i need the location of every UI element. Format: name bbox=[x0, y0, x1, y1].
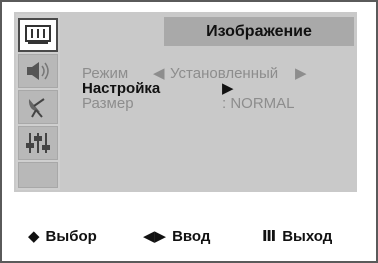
leftright-icon: ◀▶ bbox=[143, 228, 167, 245]
hint-select: ◆ Выбор bbox=[28, 227, 97, 246]
menu-icon: Ⅲ bbox=[262, 228, 277, 245]
sidebar-item-channel[interactable] bbox=[18, 90, 58, 124]
menu-item-size[interactable]: Размер : NORMAL bbox=[82, 95, 295, 112]
hint-enter: ◀▶ Ввод bbox=[143, 227, 211, 246]
menu-title: Изображение bbox=[164, 17, 354, 46]
setup-icon bbox=[26, 133, 50, 153]
sidebar bbox=[16, 14, 60, 190]
sidebar-item-sound[interactable] bbox=[18, 54, 58, 88]
sound-icon bbox=[27, 62, 49, 80]
hint-enter-label: Ввод bbox=[172, 227, 211, 245]
right-arrow-icon[interactable]: ▶ bbox=[295, 66, 307, 82]
updown-icon: ◆ bbox=[28, 228, 40, 245]
sidebar-item-empty bbox=[18, 162, 58, 188]
hint-exit: Ⅲ Выход bbox=[262, 227, 333, 246]
picture-icon bbox=[25, 25, 51, 44]
menu-item-label: Размер bbox=[82, 95, 134, 112]
footer-hints: ◆ Выбор ◀▶ Ввод Ⅲ Выход bbox=[0, 217, 374, 253]
sidebar-item-picture[interactable] bbox=[18, 18, 58, 52]
channel-icon bbox=[28, 98, 45, 118]
sidebar-item-setup[interactable] bbox=[18, 126, 58, 160]
hint-select-label: Выбор bbox=[45, 227, 97, 245]
menu-item-value: : NORMAL bbox=[222, 95, 295, 112]
hint-exit-label: Выход bbox=[282, 227, 333, 245]
